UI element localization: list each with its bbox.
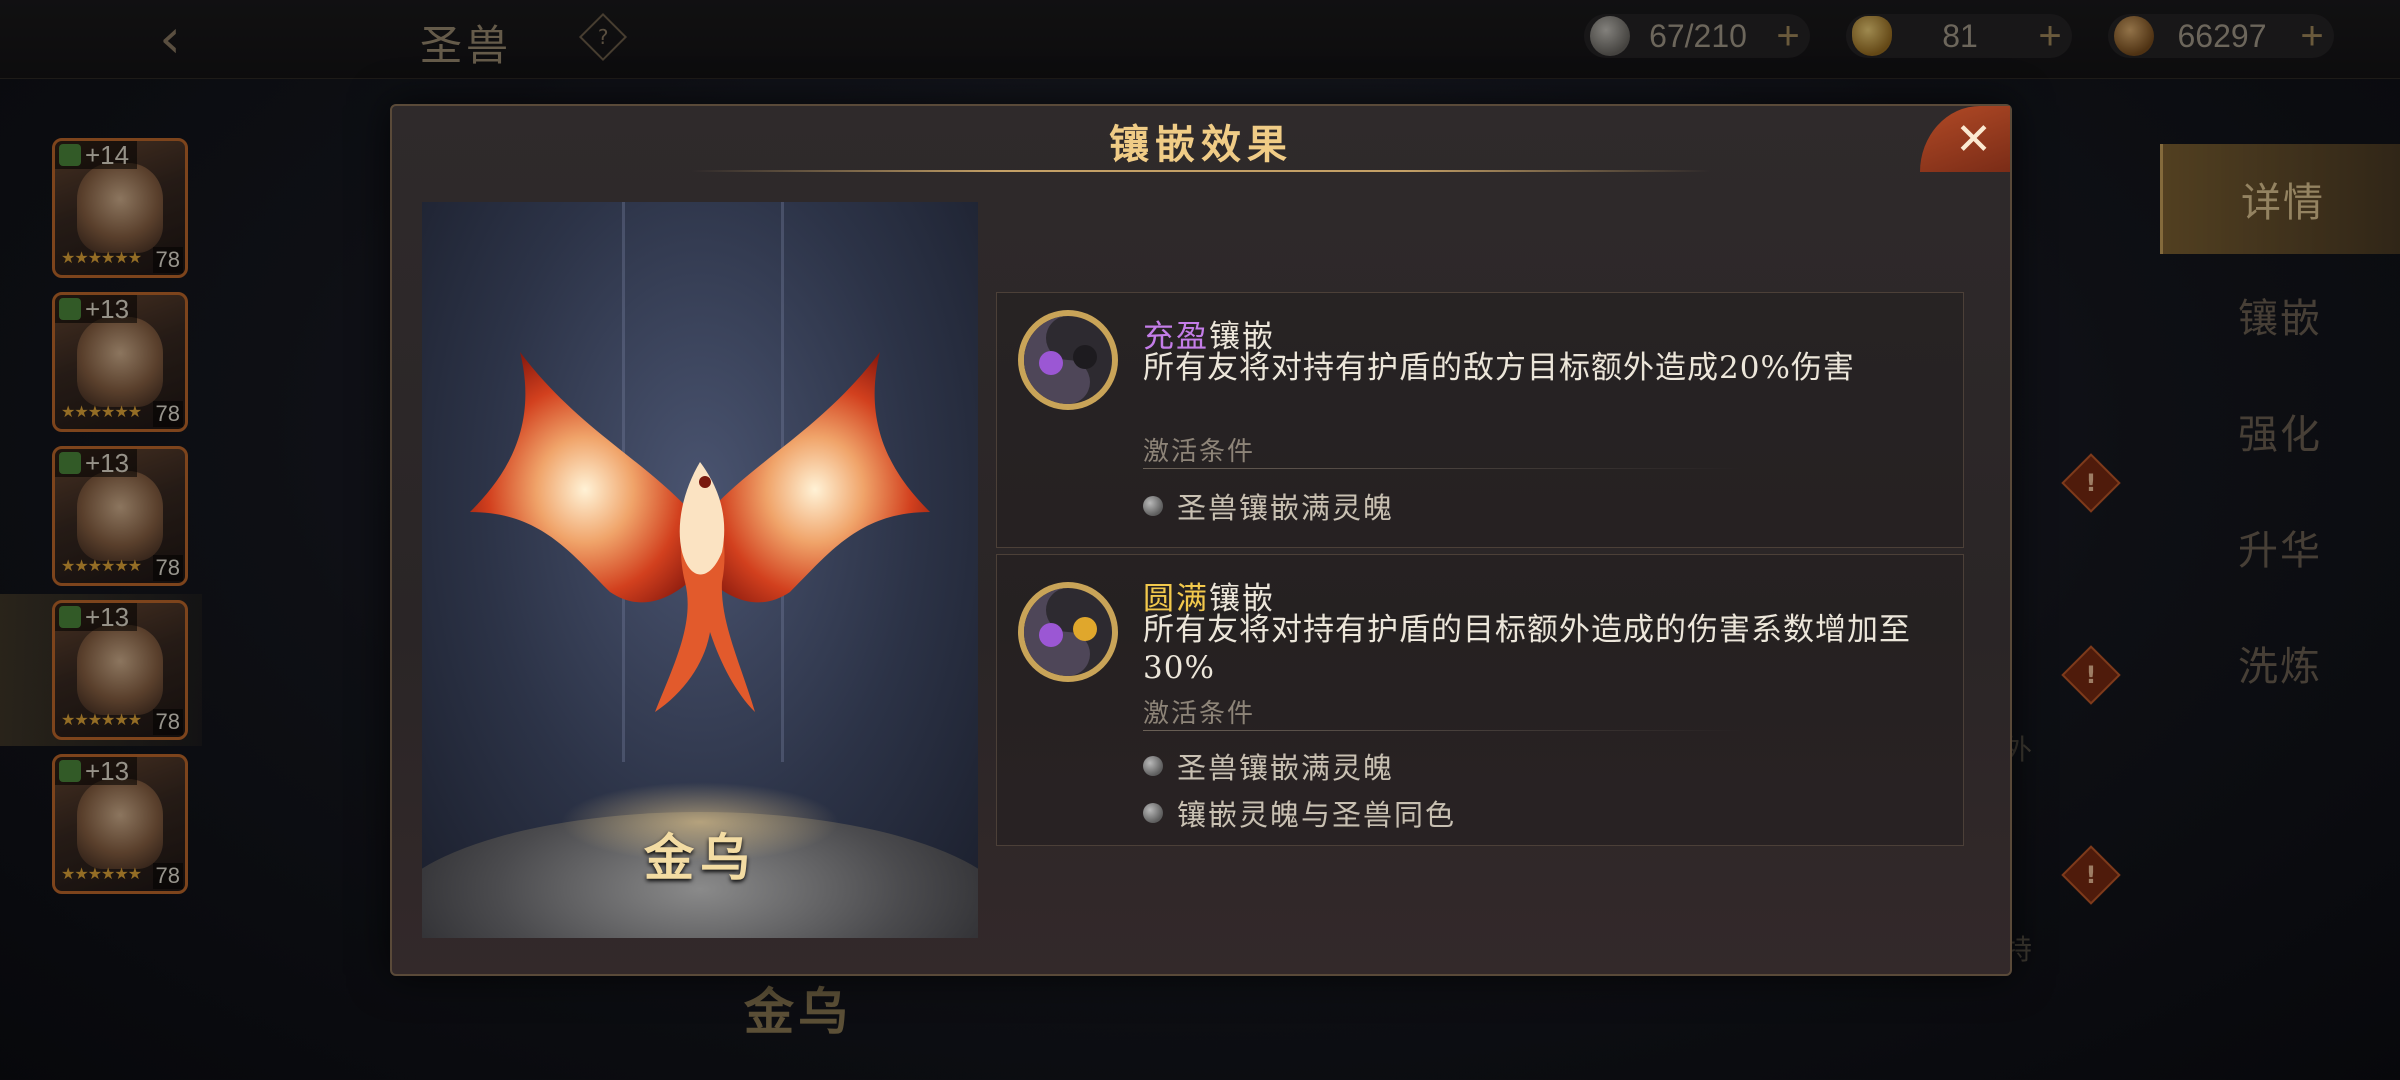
effect-description: 所有友将对持有护盾的目标额外造成的伤害系数增加至30% [1143, 612, 1911, 686]
condition-item: 圣兽镶嵌满灵魄 [1143, 485, 1394, 527]
condition-status-dot [1143, 756, 1163, 776]
condition-divider [1143, 468, 1743, 469]
title-divider [692, 170, 1710, 172]
beast-name: 金乌 [644, 828, 756, 887]
condition-item: 镶嵌灵魄与圣兽同色 [1143, 792, 1456, 834]
condition-divider [1143, 730, 1743, 731]
beast-card: 金乌 [422, 202, 978, 938]
soul-orb-icon [1018, 310, 1118, 410]
soul-orb-icon [1018, 582, 1118, 682]
inlay-effect-dialog: 镶嵌效果 ✕ 金乌 充盈镶嵌 所有友将对持有护盾的敌方目标额外造成20%伤害 激… [390, 104, 2012, 976]
condition-label: 激活条件 [1143, 437, 1256, 467]
condition-text: 圣兽镶嵌满灵魄 [1177, 491, 1395, 525]
dialog-header: 镶嵌效果 ✕ [392, 106, 2010, 174]
condition-text: 圣兽镶嵌满灵魄 [1177, 751, 1395, 785]
condition-label: 激活条件 [1143, 699, 1256, 729]
effect-description: 所有友将对持有护盾的敌方目标额外造成20%伤害 [1143, 350, 1855, 386]
condition-text: 镶嵌灵魄与圣兽同色 [1177, 798, 1457, 832]
condition-status-dot [1143, 496, 1163, 516]
phoenix-illustration [470, 352, 930, 712]
condition-item: 圣兽镶嵌满灵魄 [1143, 745, 1394, 787]
condition-status-dot [1143, 803, 1163, 823]
effect-panel-perfect: 圆满镶嵌 所有友将对持有护盾的目标额外造成的伤害系数增加至30% 激活条件 圣兽… [996, 554, 1964, 846]
effect-panel-full: 充盈镶嵌 所有友将对持有护盾的敌方目标额外造成20%伤害 激活条件 圣兽镶嵌满灵… [996, 292, 1964, 548]
dialog-title: 镶嵌效果 [1109, 121, 1293, 168]
